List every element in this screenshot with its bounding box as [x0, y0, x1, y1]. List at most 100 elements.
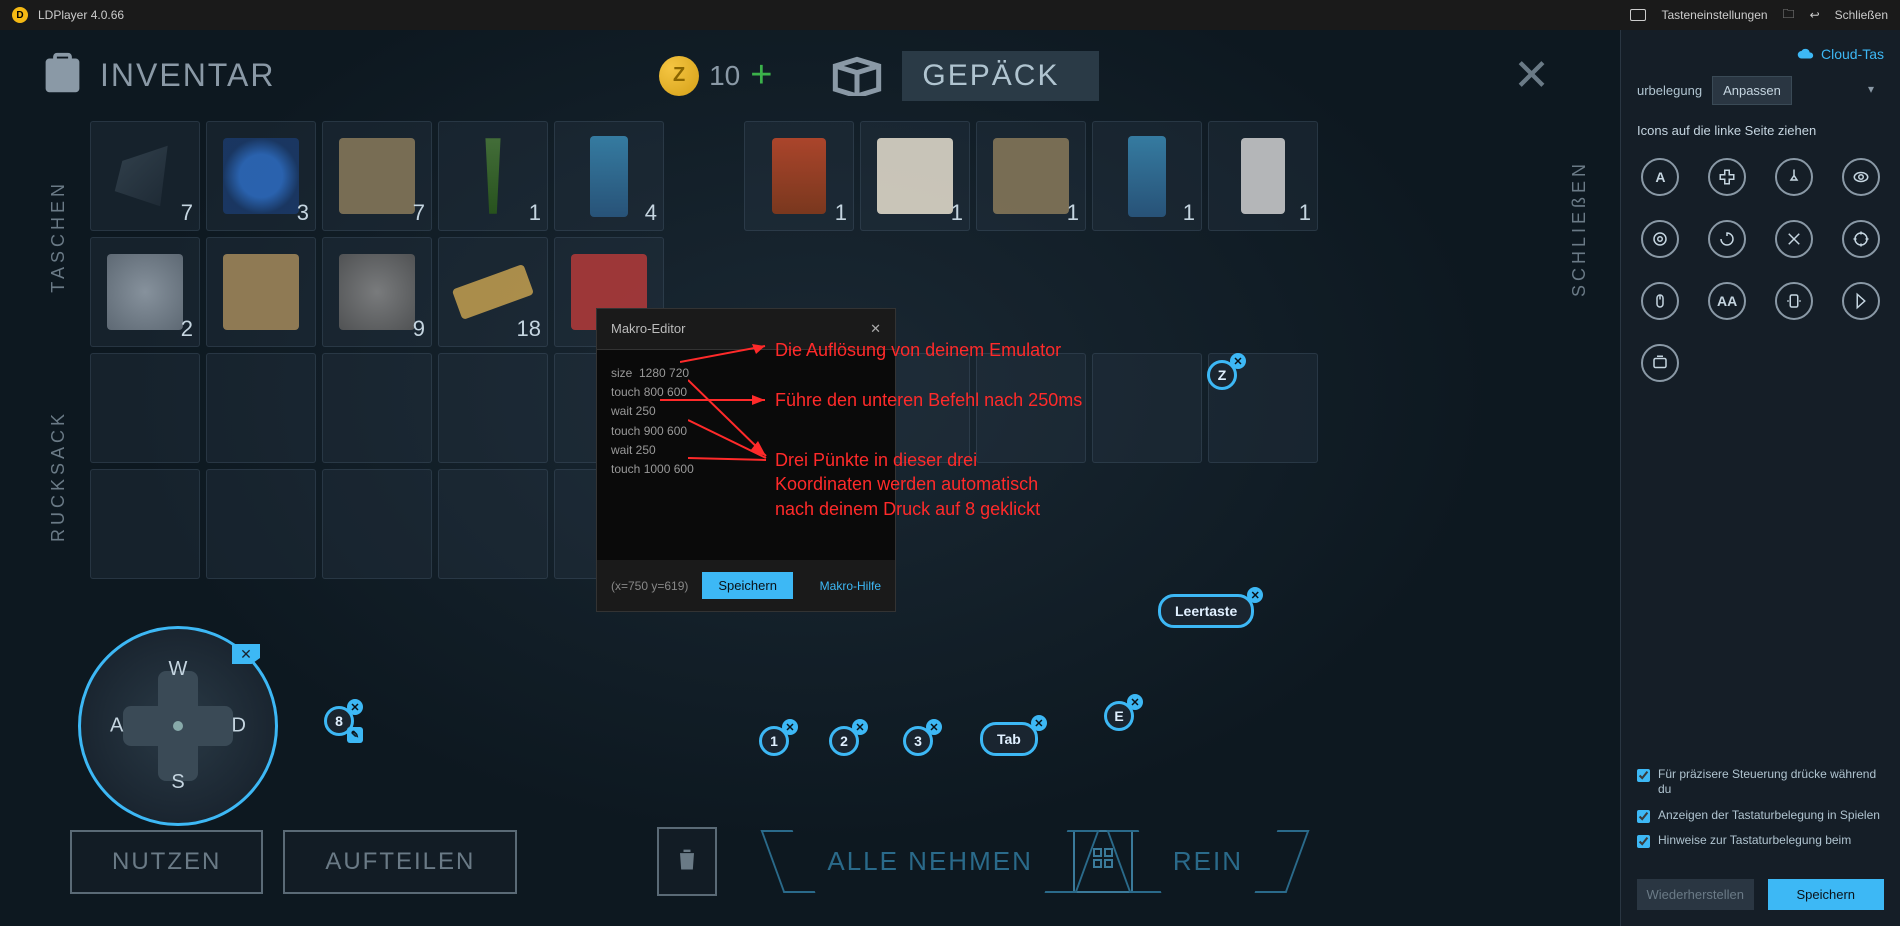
game-header: INVENTAR Z 10 + GEPÄCK ✕ [0, 30, 1620, 121]
dpad-control[interactable]: ✕ W A S D [78, 626, 278, 826]
tool-scope-icon[interactable] [1842, 220, 1880, 258]
inventory-slot[interactable]: 1 [976, 121, 1086, 231]
crate-icon [832, 56, 882, 96]
taschen-label: TASCHEN [48, 180, 69, 293]
macro-textarea[interactable]: size 1280 720touch 800 600wait 250touch … [597, 350, 895, 560]
dpad-key-w: W [169, 658, 188, 681]
save-button[interactable]: Speichern [1768, 879, 1885, 910]
tool-combat-icon[interactable] [1775, 220, 1813, 258]
macro-editor-dialog: Makro-Editor ✕ size 1280 720touch 800 60… [596, 308, 896, 612]
inventory-slot[interactable]: 1 [860, 121, 970, 231]
inventory-slot[interactable]: 1 [744, 121, 854, 231]
aufteilen-button[interactable]: AUFTEILEN [283, 830, 517, 894]
marker-close-icon[interactable]: ✕ [782, 719, 798, 735]
inventory-slot[interactable]: 3 [206, 121, 316, 231]
alle-nehmen-button[interactable]: ALLE NEHMEN [797, 830, 1063, 893]
inventory-slot[interactable]: 1 [1092, 121, 1202, 231]
inventory-slot[interactable]: 7 [90, 121, 200, 231]
marker-close-icon[interactable]: ✕ [1247, 587, 1263, 603]
key-marker-2[interactable]: 2✕ [829, 726, 859, 756]
inventory-grid-left: 7371429187 [90, 121, 664, 579]
marker-edit-icon[interactable]: ✎ [347, 727, 363, 743]
marker-close-icon[interactable]: ✕ [1230, 353, 1246, 369]
tool-fire-icon[interactable] [1775, 158, 1813, 196]
drag-hint: Icons auf die linke Seite ziehen [1637, 123, 1884, 138]
nutzen-button[interactable]: NUTZEN [70, 830, 263, 894]
folder-icon[interactable]: 🗀 [1783, 5, 1795, 26]
macro-close-button[interactable]: ✕ [870, 321, 881, 337]
key-marker-3[interactable]: 3✕ [903, 726, 933, 756]
key-marker-1[interactable]: 1✕ [759, 726, 789, 756]
back-arrow-icon[interactable]: ↩ [1810, 8, 1820, 22]
belegung-label: urbelegung [1637, 83, 1702, 98]
tool-key-icon[interactable]: A [1641, 158, 1679, 196]
tool-tilt-icon[interactable] [1775, 282, 1813, 320]
gepack-title: GEPÄCK [902, 51, 1099, 101]
marker-close-icon[interactable]: ✕ [926, 719, 942, 735]
key-marker-tab[interactable]: Tab✕ [980, 722, 1038, 756]
tool-icon-grid: A AA [1637, 158, 1884, 382]
inventory-slot[interactable]: 4 [554, 121, 664, 231]
keysettings-label[interactable]: Tasteneinstellungen [1661, 8, 1767, 22]
dpad-key-a: A [110, 715, 123, 738]
key-marker-z[interactable]: Z✕ [1207, 360, 1237, 390]
coin-icon: Z [659, 56, 699, 96]
app-logo-icon: D [12, 7, 28, 23]
tool-mouse-icon[interactable] [1641, 282, 1679, 320]
marker-close-icon[interactable]: ✕ [1127, 694, 1143, 710]
coin-count: 10 [709, 60, 740, 92]
inventory-slot[interactable] [90, 353, 200, 463]
check-show-mapping[interactable]: Anzeigen der Tastaturbelegung in Spielen [1637, 808, 1884, 824]
inventory-slot[interactable]: 7 [322, 121, 432, 231]
inventory-slot[interactable] [206, 353, 316, 463]
restore-button[interactable]: Wiederherstellen [1637, 879, 1754, 910]
marker-close-icon[interactable]: ✕ [852, 719, 868, 735]
inventory-slot[interactable] [322, 353, 432, 463]
tool-rotate-icon[interactable] [1708, 220, 1746, 258]
key-marker-space[interactable]: Leertaste✕ [1158, 594, 1254, 628]
macro-coords-label: (x=750 y=619) [611, 579, 688, 593]
check-precise[interactable]: Für präzisere Steuerung drücke während d… [1637, 767, 1884, 798]
inventory-slot[interactable]: 2 [90, 237, 200, 347]
inventory-slot[interactable]: 1 [438, 121, 548, 231]
macro-save-button[interactable]: Speichern [702, 572, 793, 599]
inventory-slot[interactable] [322, 469, 432, 579]
inventory-slot[interactable] [206, 237, 316, 347]
inventory-slot[interactable]: 9 [322, 237, 432, 347]
title-bar: D LDPlayer 4.0.66 Tasteneinstellungen 🗀 … [0, 0, 1900, 30]
check-hints[interactable]: Hinweise zur Tastaturbelegung beim [1637, 833, 1884, 849]
macro-editor-title: Makro-Editor [611, 321, 685, 337]
rein-button[interactable]: REIN [1143, 830, 1273, 893]
marker-close-icon[interactable]: ✕ [347, 699, 363, 715]
bottom-button-bar: NUTZEN AUFTEILEN ALLE NEHMEN REIN [70, 827, 1580, 896]
schliessen-label[interactable]: SCHLIEßEN [1569, 160, 1590, 297]
close-inventory-button[interactable]: ✕ [1483, 50, 1580, 101]
inventory-slot[interactable] [90, 469, 200, 579]
tool-macro-icon[interactable] [1842, 282, 1880, 320]
inventory-slot[interactable] [1092, 353, 1202, 463]
tool-joystick-icon[interactable] [1641, 220, 1679, 258]
tool-text-icon[interactable]: AA [1708, 282, 1746, 320]
game-area: INVENTAR Z 10 + GEPÄCK ✕ TASCHEN RUCKSAC… [0, 30, 1620, 926]
cloud-link[interactable]: Cloud-Tas [1637, 46, 1884, 62]
inventar-title: INVENTAR [100, 57, 275, 94]
inventory-slot[interactable] [438, 353, 548, 463]
tool-view-icon[interactable] [1842, 158, 1880, 196]
macro-help-link[interactable]: Makro-Hilfe [820, 579, 881, 593]
tool-dpad-icon[interactable] [1708, 158, 1746, 196]
inventory-slot[interactable]: 1 [1208, 121, 1318, 231]
inventory-slot[interactable] [206, 469, 316, 579]
tool-screenshot-icon[interactable] [1641, 344, 1679, 382]
belegung-select[interactable]: Anpassen [1712, 76, 1792, 105]
add-coins-button[interactable]: + [750, 54, 772, 97]
inventory-slot[interactable]: 18 [438, 237, 548, 347]
inventory-slot[interactable] [976, 353, 1086, 463]
app-name: LDPlayer 4.0.66 [38, 8, 124, 22]
key-marker-e[interactable]: E✕ [1104, 701, 1134, 731]
key-marker-8[interactable]: 8✕✎ [324, 706, 354, 736]
inventory-slot[interactable] [438, 469, 548, 579]
trash-button[interactable] [657, 827, 717, 896]
close-label[interactable]: Schließen [1835, 8, 1888, 22]
marker-close-icon[interactable]: ✕ [1031, 715, 1047, 731]
dpad-close-button[interactable]: ✕ [232, 644, 260, 664]
